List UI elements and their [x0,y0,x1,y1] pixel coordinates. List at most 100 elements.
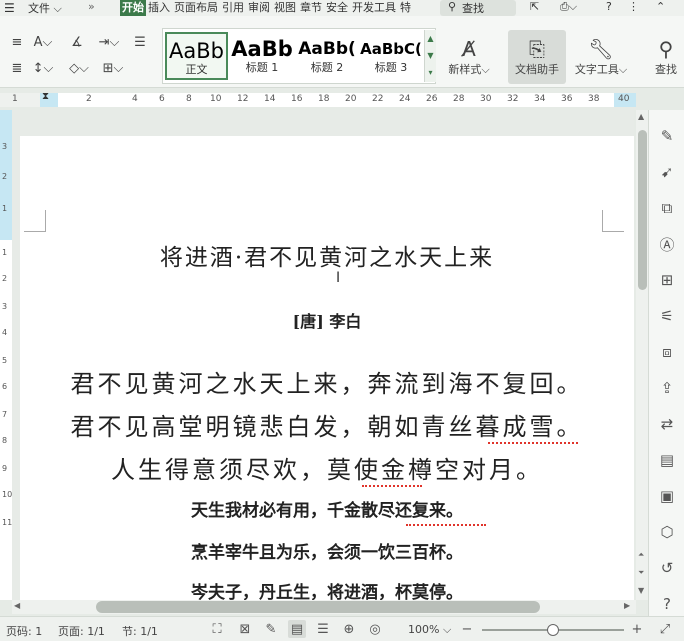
style-normal[interactable]: AaBb 正文 [165,32,228,80]
indent-icon[interactable]: ⇥⌵ [96,32,122,52]
style-heading-3[interactable]: AaBbC( 标题 3 [360,32,422,80]
margin-corner-left [24,210,46,232]
ruler-mark: 16 [291,94,303,104]
scroll-up-icon[interactable]: ▲ [638,112,644,121]
file-menu[interactable]: 文件 ⌵ [28,0,62,16]
vertical-scroll-thumb[interactable] [638,130,647,290]
style-icon[interactable]: Ⓐ [649,232,684,256]
help-icon[interactable]: ? [606,0,612,13]
writing-mode-icon[interactable]: ✎ [262,620,280,638]
reading-mode-icon[interactable]: ◎ [366,620,384,638]
style-gallery-scroll[interactable]: ▲ ▼ ▾ [424,30,436,82]
tab-review[interactable]: 审阅 [246,0,272,16]
tab-insert[interactable]: 插入 [146,0,172,16]
history-icon[interactable]: ↺ [649,556,684,580]
new-style-label: 新样式⌵ [448,63,490,76]
ruler-mark: 6 [159,94,165,104]
more-tabs-icon[interactable]: » [88,0,95,13]
paragraph-spacing-icon[interactable]: ↕⌵ [30,58,56,78]
style-heading-1[interactable]: AaBb 标题 1 [230,32,294,80]
cloud-sync-icon[interactable]: ⎙⌵ [560,0,577,14]
tab-page-layout[interactable]: 页面布局 [172,0,220,16]
more-options-icon[interactable]: ⋮ [628,0,639,13]
find-replace-button[interactable]: ⚲ 查找 [648,32,684,82]
zoom-in-icon[interactable]: + [628,620,646,638]
scroll-right-icon[interactable]: ▶ [624,601,630,610]
scroll-down-icon[interactable]: ▼ [638,586,644,595]
section-indicator[interactable]: 节: 1/1 [122,623,158,639]
help-circle-icon[interactable]: ? [649,592,684,616]
vertical-ruler[interactable]: 3 2 1 1 2 3 4 5 6 7 8 9 10 11 [0,110,12,600]
poem-line: 人生得意须尽欢，莫使金樽空对月。 [111,456,543,484]
scroll-prev-page-icon[interactable]: ⏶ [638,550,644,560]
tab-special[interactable]: 特 [398,0,413,16]
menu-icon[interactable]: ☰ [4,1,15,15]
shapes-icon[interactable]: ⧉ [649,196,684,220]
shield-icon[interactable]: ⬡ [649,520,684,544]
indent-marker-icon[interactable]: ⧗ [42,91,49,102]
ruler-mark: 1 [2,248,8,257]
tab-view[interactable]: 视图 [272,0,298,16]
document-page[interactable]: 将进酒·君不见黄河之水天上来 I [唐] 李白 君不见黄河之水天上来，奔流到海不… [20,136,634,600]
scroll-left-icon[interactable]: ◀ [14,601,20,610]
zoom-slider-knob[interactable] [547,624,559,636]
margin-corner-right [602,210,624,232]
page-view-icon[interactable]: ▤ [288,620,306,638]
ruler-mark: 1 [2,204,8,213]
search-icon: ⚲ [448,0,457,13]
ruler-mark: 4 [2,328,8,337]
clear-format-icon[interactable]: ∡ [66,32,88,52]
ruler-mark: 9 [2,464,8,473]
zoom-level[interactable]: 100% ⌵ [408,623,451,637]
share-icon[interactable]: ⇱ [530,0,539,13]
outline-view-icon[interactable]: ☰ [314,620,332,638]
fullscreen-icon[interactable]: ⛶ [208,620,226,638]
collapse-ribbon-icon[interactable]: ⌃ [656,0,665,13]
table-icon[interactable]: ⊞ [649,268,684,292]
new-style-button[interactable]: A̸ 新样式⌵ [446,32,492,82]
select-pointer-icon[interactable]: ➹ [649,160,684,184]
document-canvas[interactable]: 将进酒·君不见黄河之水天上来 I [唐] 李白 君不见黄河之水天上来，奔流到海不… [12,110,634,600]
tab-section[interactable]: 章节 [298,0,324,16]
expand-icon[interactable]: ⤢ [656,620,674,638]
align-left-icon[interactable]: ≡ [6,32,28,52]
settings-sliders-icon[interactable]: ⚟ [649,304,684,328]
horizontal-ruler[interactable]: 1 ⧗ 2 4 6 8 10 12 14 16 18 20 22 24 26 2… [12,91,636,107]
picture-icon[interactable]: ▣ [649,484,684,508]
horizontal-scroll-thumb[interactable] [96,601,540,613]
shading-icon[interactable]: ◇⌵ [66,58,92,78]
line-spacing-icon[interactable]: ≣ [6,58,28,78]
image-library-icon[interactable]: ⧈ [649,340,684,364]
page-indicator[interactable]: 页面: 1/1 [58,623,105,639]
protect-icon[interactable]: ⊠ [236,620,254,638]
web-view-icon[interactable]: ⊕ [340,620,358,638]
ruler-mark: 2 [86,94,92,104]
edit-pen-icon[interactable]: ✎ [649,124,684,148]
text-tools-label: 文字工具 [574,63,619,76]
scroll-next-page-icon[interactable]: ⏷ [638,568,644,578]
list-icon[interactable]: ☰ [128,32,152,52]
new-style-icon: A̸ [462,37,476,61]
page-code[interactable]: 页码: 1 [6,623,42,639]
doc-assistant-button[interactable]: ⎘ 文档助手 [508,30,566,84]
tab-home[interactable]: 开始 [120,0,146,16]
translate-icon[interactable]: ⇄ [649,412,684,436]
ruler-mark: 34 [534,94,546,104]
find-label: 查找 [655,63,677,76]
zoom-out-icon[interactable]: − [458,620,476,638]
style-heading-3-label: 标题 3 [374,61,408,74]
text-effect-icon[interactable]: A⌵ [30,32,56,52]
archive-icon[interactable]: ▤ [649,448,684,472]
ruler-mark: 24 [399,94,411,104]
ruler-mark: 5 [2,356,8,365]
search-box[interactable]: ⚲ 查找 [440,0,516,16]
tab-security[interactable]: 安全 [324,0,350,16]
ruler-mark: 18 [318,94,330,104]
tab-developer[interactable]: 开发工具 [350,0,398,16]
border-icon[interactable]: ⊞⌵ [100,58,126,78]
ruler-mark: 14 [264,94,276,104]
style-heading-2[interactable]: AaBb( 标题 2 [296,32,358,80]
tab-references[interactable]: 引用 [220,0,246,16]
text-tools-button[interactable]: 🔧︎ 文字工具⌵ [570,32,632,82]
share-out-icon[interactable]: ⇪ [649,376,684,400]
